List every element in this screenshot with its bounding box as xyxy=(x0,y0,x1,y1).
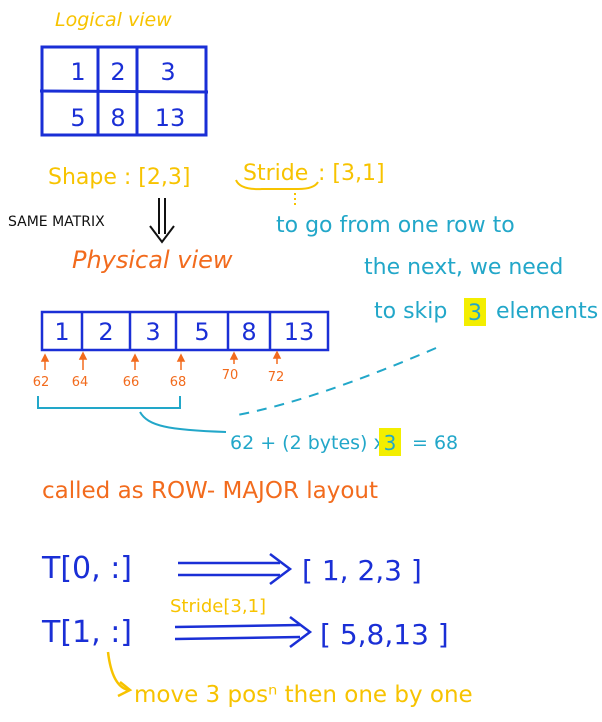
logical-cell: 5 xyxy=(70,104,85,132)
memory-cell: 5 xyxy=(194,318,209,346)
note-line-1: to go from one row to xyxy=(276,213,515,238)
index-t1-result: [ 5,8,13 ] xyxy=(320,618,449,651)
shape-label: Shape : [2,3] xyxy=(48,165,190,190)
logical-cell: 13 xyxy=(155,104,186,132)
note-connector xyxy=(231,347,437,417)
curved-arrow-icon xyxy=(106,651,133,698)
memory-cell: 13 xyxy=(284,318,315,346)
same-matrix-label: SAME MATRIX xyxy=(8,214,105,230)
index-t1: T[1, :] xyxy=(41,615,132,650)
double-right-arrow-icon xyxy=(178,553,293,585)
memory-address: 64 xyxy=(72,375,89,390)
formula-right: = 68 xyxy=(412,432,458,454)
index-t0-result: [ 1, 2,3 ] xyxy=(302,554,422,587)
tensor-stride-diagram: Logical view 1 2 3 5 8 13 Shape : [2,3] … xyxy=(8,9,598,708)
row-major-label: called as ROW- MAJOR layout xyxy=(42,478,378,504)
formula-left: 62 + (2 bytes) x xyxy=(230,432,385,454)
note-line-2: the next, we need xyxy=(364,255,563,280)
bracket-connector xyxy=(139,411,227,433)
logical-view-title: Logical view xyxy=(55,9,172,31)
note-line-3b: elements xyxy=(496,299,598,324)
address-arrows xyxy=(40,350,282,370)
note-line-3a: to skip xyxy=(374,299,447,324)
double-down-arrow-icon xyxy=(149,198,175,244)
memory-address: 72 xyxy=(268,370,285,385)
memory-cell: 2 xyxy=(98,318,113,346)
memory-address: 68 xyxy=(170,375,187,390)
stride-word: Stride xyxy=(243,161,308,186)
logical-cell: 3 xyxy=(160,58,175,86)
memory-cell: 3 xyxy=(145,318,160,346)
physical-view-title: Physical view xyxy=(72,246,233,274)
memory-address: 62 xyxy=(33,375,50,390)
memory-address: 70 xyxy=(222,368,239,383)
stride-note: Stride[3,1] xyxy=(170,596,266,617)
memory-address: 66 xyxy=(123,375,140,390)
stride-value: : [3,1] xyxy=(318,161,385,186)
note-skip-number: 3 xyxy=(468,301,482,326)
logical-cell: 2 xyxy=(110,58,125,86)
logical-cell: 1 xyxy=(70,58,85,86)
memory-cell: 1 xyxy=(54,318,69,346)
index-t0: T[0, :] xyxy=(41,551,132,586)
logical-cell: 8 xyxy=(110,104,125,132)
memory-cell: 8 xyxy=(241,318,256,346)
address-bracket xyxy=(37,396,181,409)
double-right-arrow-icon xyxy=(174,616,313,648)
formula-number: 3 xyxy=(384,431,397,455)
bottom-note: move 3 posⁿ then one by one xyxy=(134,682,473,708)
